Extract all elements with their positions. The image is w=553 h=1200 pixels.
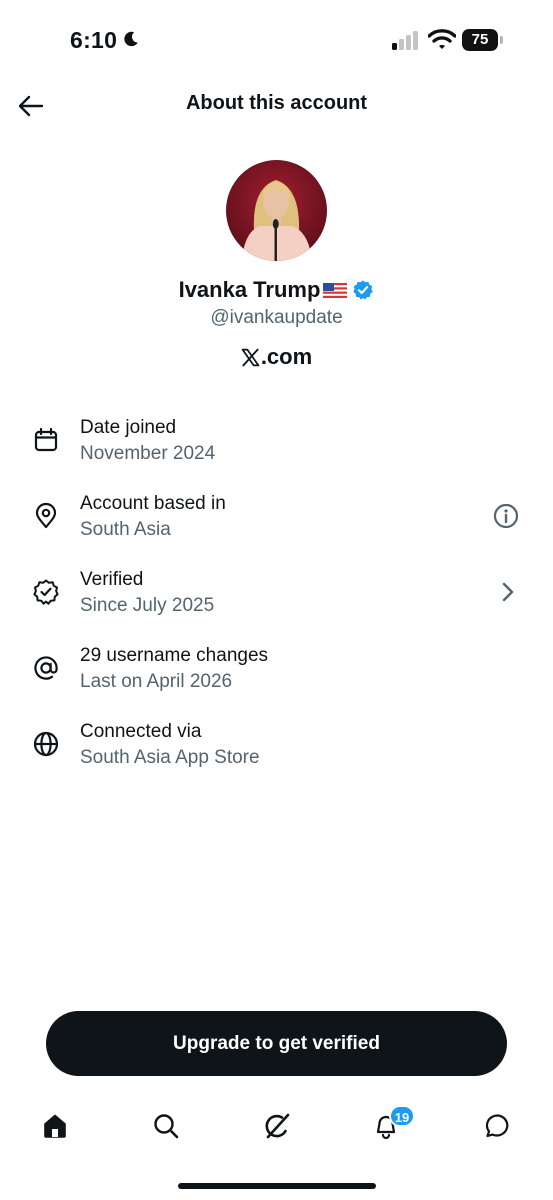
wifi-icon — [428, 29, 456, 49]
platform-domain-text: .com — [260, 344, 313, 369]
row-value: Last on April 2026 — [80, 671, 233, 692]
info-row-account-based-in: Account based in South Asia — [0, 489, 553, 559]
row-value: South Asia — [80, 519, 171, 540]
profile-name-row: Ivanka Trump — [0, 277, 553, 303]
platform-domain: .com — [0, 344, 553, 370]
home-indicator[interactable] — [178, 1183, 376, 1189]
at-sign-icon — [34, 656, 58, 680]
info-row-username-changes: 29 username changes Last on April 2026 — [0, 641, 553, 711]
x-logo-icon — [241, 348, 260, 366]
verified-details-button[interactable] — [492, 577, 522, 607]
nav-grok[interactable] — [257, 1106, 297, 1146]
battery-level: 75 — [462, 29, 498, 51]
page-title: About this account — [185, 92, 368, 114]
upgrade-to-verified-button[interactable]: Upgrade to get verified — [46, 1011, 507, 1076]
info-row-date-joined: Date joined November 2024 — [0, 413, 553, 483]
cellular-signal-icon — [392, 31, 418, 50]
info-row-verified[interactable]: Verified Since July 2025 — [0, 565, 553, 635]
battery-indicator: 75 — [462, 29, 504, 51]
battery-cap — [500, 36, 503, 44]
row-value: November 2024 — [80, 443, 216, 464]
verified-badge-icon — [33, 579, 59, 605]
display-name: Ivanka Trump — [178, 277, 321, 302]
info-button[interactable] — [491, 501, 521, 531]
calendar-icon — [34, 427, 58, 452]
info-icon — [493, 503, 519, 529]
globe-icon — [33, 731, 59, 757]
chevron-right-icon — [502, 582, 514, 602]
avatar[interactable] — [226, 160, 327, 261]
info-row-connected-via: Connected via South Asia App Store — [0, 717, 553, 787]
home-icon — [44, 1114, 66, 1138]
row-value: South Asia App Store — [80, 747, 260, 768]
row-label: Account based in — [80, 493, 226, 514]
nav-home[interactable] — [35, 1106, 75, 1146]
row-label: Date joined — [80, 417, 177, 438]
row-label: Verified — [80, 569, 144, 590]
grok-icon — [265, 1113, 290, 1139]
notification-count-badge: 19 — [389, 1105, 415, 1127]
verified-badge-icon — [353, 280, 374, 300]
status-time: 6:10 — [70, 27, 118, 53]
status-bar: 6:10 75 — [0, 0, 553, 80]
moon-icon — [124, 31, 138, 47]
us-flag-icon — [323, 282, 348, 298]
nav-search[interactable] — [146, 1106, 186, 1146]
row-value: Since July 2025 — [80, 595, 215, 616]
location-pin-icon — [35, 502, 57, 529]
account-handle: @ivankaupdate — [210, 307, 343, 328]
nav-messages[interactable] — [478, 1106, 518, 1146]
avatar-image — [226, 160, 327, 261]
search-icon — [154, 1114, 179, 1139]
row-label: Connected via — [80, 721, 202, 742]
messages-icon — [485, 1114, 509, 1138]
row-label: 29 username changes — [80, 645, 269, 666]
